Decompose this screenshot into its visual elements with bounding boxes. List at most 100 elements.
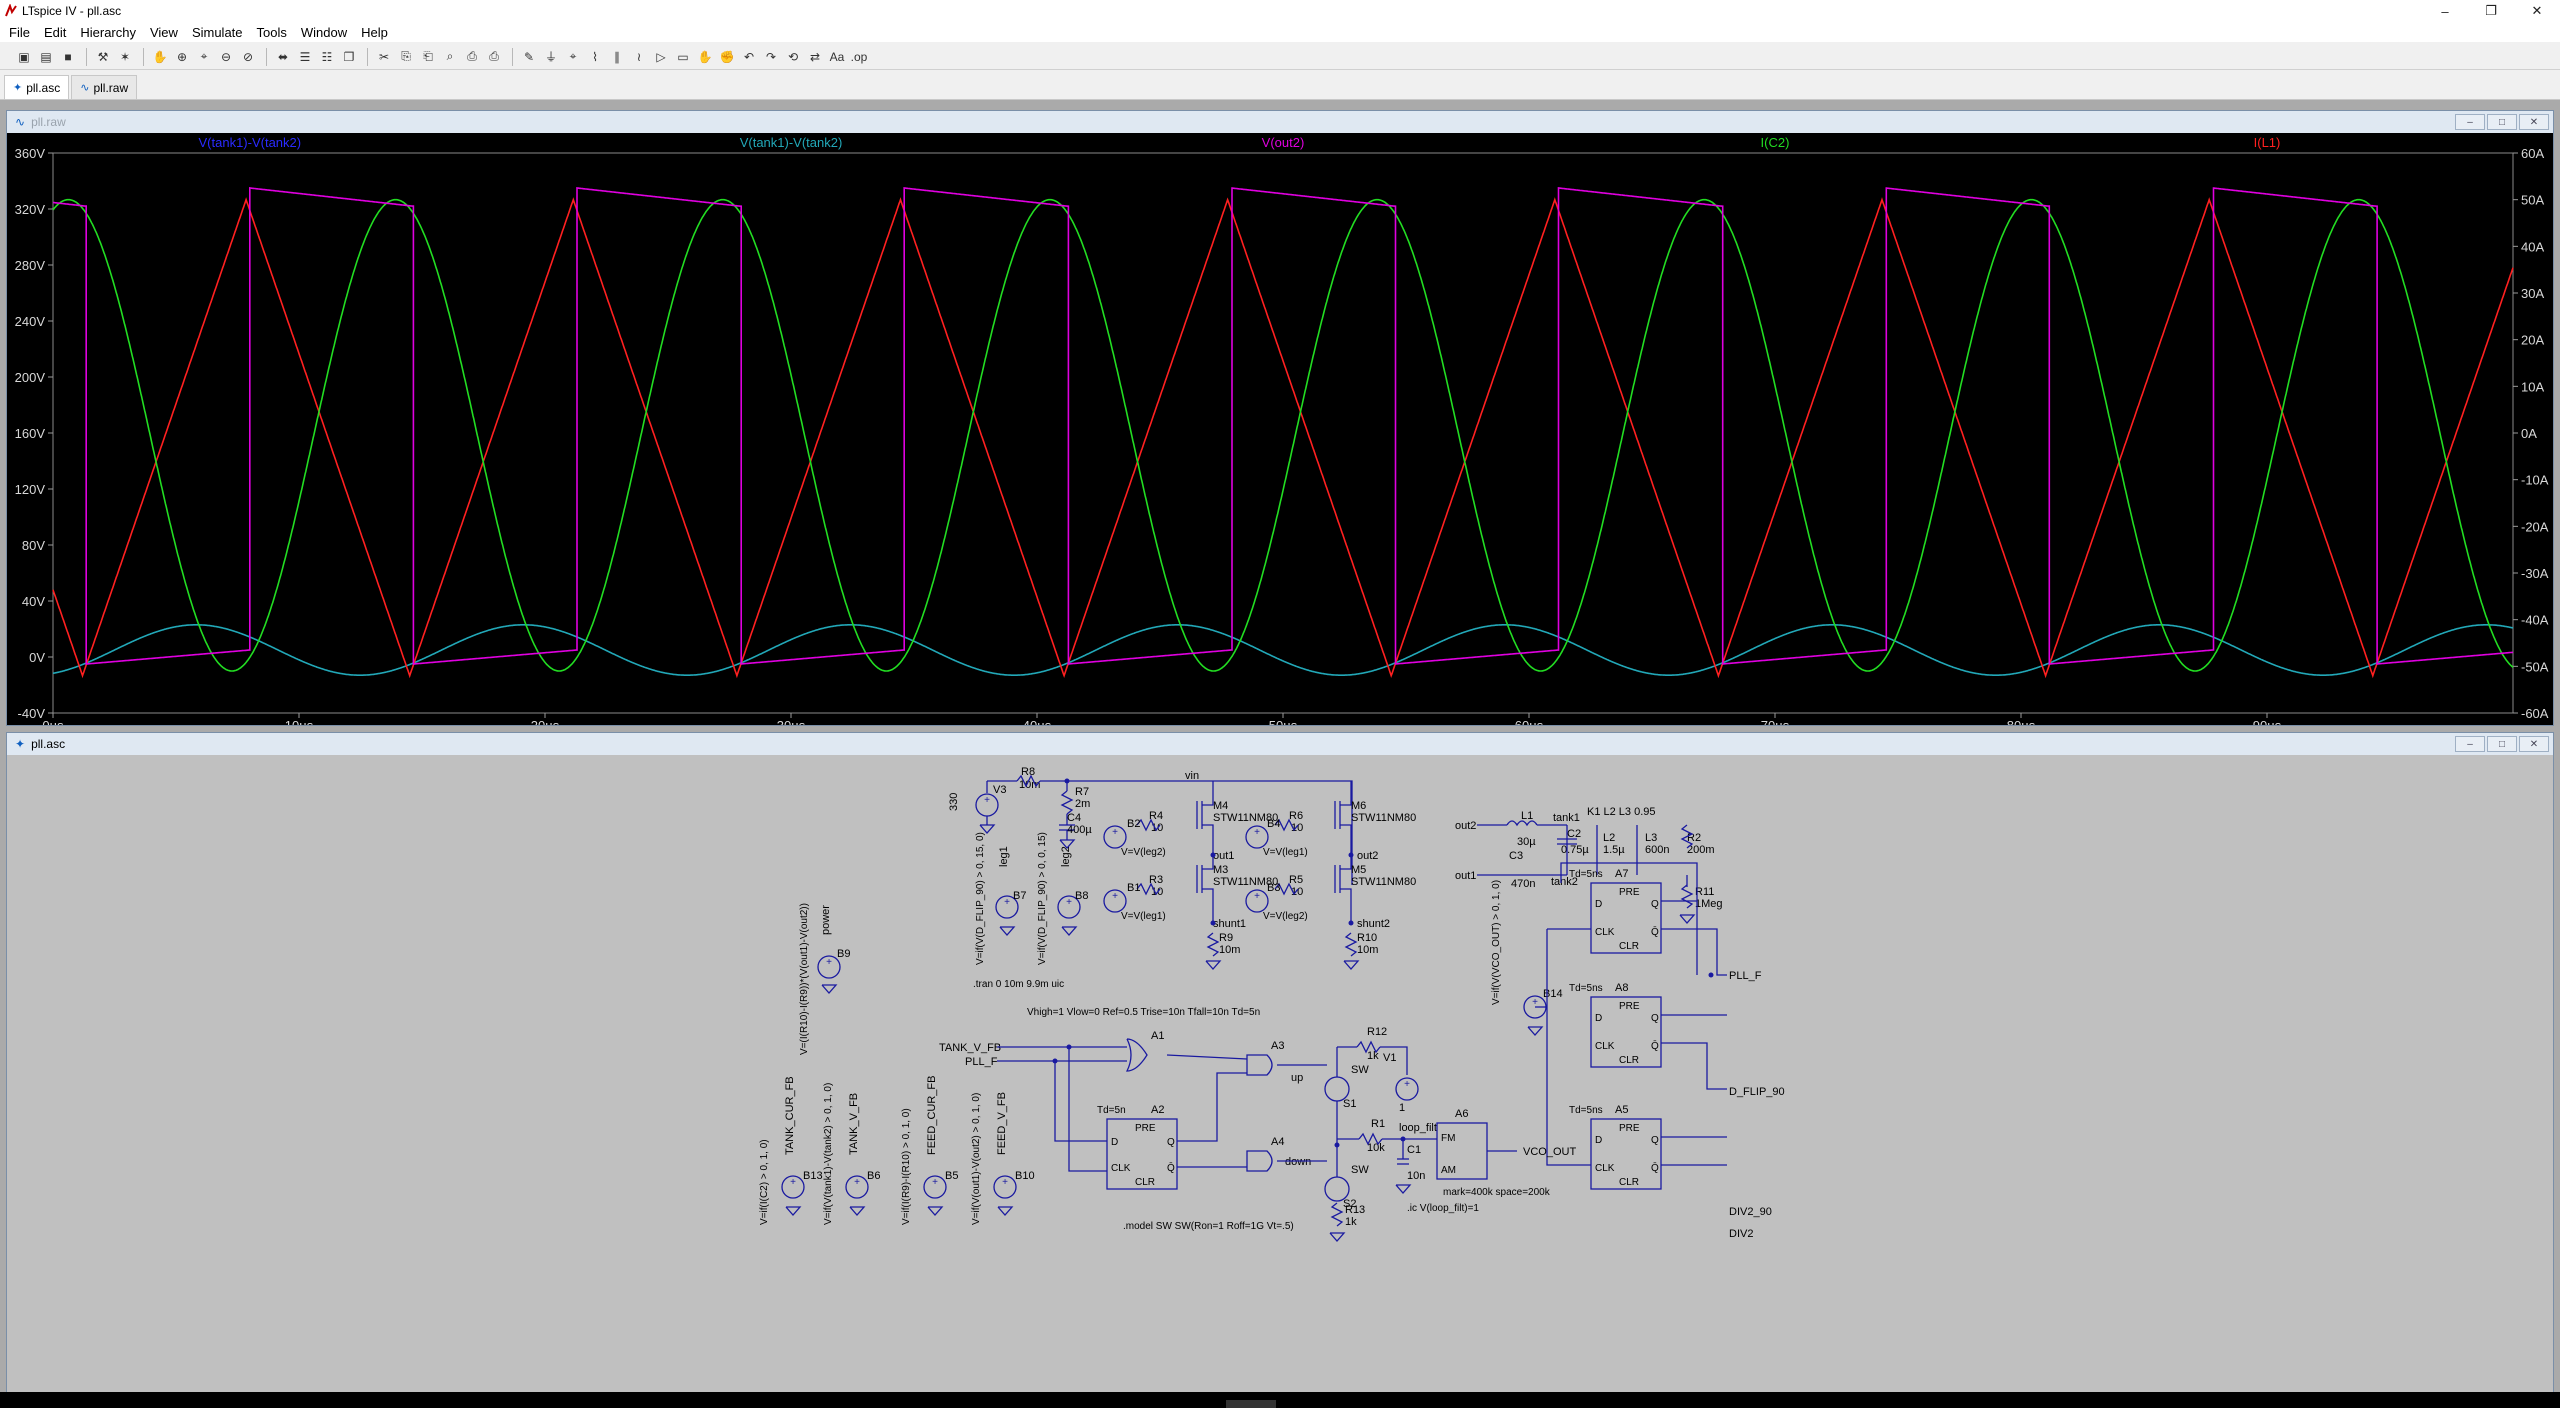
new-schematic-icon[interactable]: ▣ [14, 47, 34, 67]
tab-pll-asc[interactable]: ✦ pll.asc [4, 75, 70, 99]
copy-icon[interactable]: ⎘ [396, 47, 416, 67]
print-icon[interactable]: ⎙ [484, 47, 504, 67]
menu-help[interactable]: Help [354, 25, 395, 40]
mosfet-symbol[interactable] [1202, 888, 1214, 901]
run-icon[interactable]: ✶ [115, 47, 135, 67]
resistor-symbol[interactable] [1344, 932, 1358, 957]
waveform-window-titlebar[interactable]: ∿ pll.raw – □ ✕ [7, 111, 2553, 133]
waveform-plot-area[interactable]: 360V 320V 280V 240V 200V 160V 120V 80V 40V 0V -40V… [7, 133, 2553, 733]
trace-label-i-c2-[interactable]: I(C2) [1761, 135, 1790, 150]
schematic-window[interactable]: ✦ pll.asc – □ ✕ R8 10m + V3 330 vin R7 2m C4 400µ… [6, 732, 2554, 1408]
autorange-icon[interactable]: ⬌ [273, 47, 293, 67]
menu-file[interactable]: File [2, 25, 37, 40]
undo-icon[interactable]: ↶ [739, 47, 759, 67]
mosfet-symbol[interactable] [1340, 793, 1352, 806]
inductor-symbol[interactable] [1506, 820, 1538, 827]
menu-simulate[interactable]: Simulate [185, 25, 250, 40]
wire[interactable] [1166, 1054, 1248, 1060]
schematic-drawing[interactable]: R810m+V3330vinR72mC4400µR410M4STW11NM80 R… [7, 755, 2553, 1408]
minimize-button[interactable]: – [2422, 0, 2468, 22]
menu-hierarchy[interactable]: Hierarchy [73, 25, 143, 40]
child-close-button[interactable]: ✕ [2519, 736, 2549, 752]
open-icon[interactable]: ▤ [36, 47, 56, 67]
capacitor-icon[interactable]: ∥ [607, 47, 627, 67]
menu-tools[interactable]: Tools [250, 25, 294, 40]
trace-label-v-tank1--v-tank2-[interactable]: V(tank1)-V(tank2) [199, 135, 302, 150]
trace-i-l1-[interactable] [52, 197, 2514, 679]
save-icon[interactable]: ■ [58, 47, 78, 67]
wire[interactable] [1661, 1042, 1727, 1090]
child-close-button[interactable]: ✕ [2519, 114, 2549, 130]
and-gate-a4[interactable] [1246, 1150, 1273, 1172]
wire[interactable] [1546, 929, 1591, 1166]
inductor-icon[interactable]: ≀ [629, 47, 649, 67]
a8-delay: Td=5ns [1569, 983, 1603, 994]
redo-icon[interactable]: ↷ [761, 47, 781, 67]
trace-label-i-l1-[interactable]: I(L1) [2254, 135, 2281, 150]
trace-label-v-out2-[interactable]: V(out2) [1262, 135, 1305, 150]
wire[interactable] [1177, 1072, 1247, 1142]
wire[interactable] [1661, 928, 1727, 976]
label-icon[interactable]: ⌖ [563, 47, 583, 67]
y-left-tick-label: 280V [15, 258, 46, 273]
component-icon[interactable]: ▭ [673, 47, 693, 67]
wire-icon[interactable]: ✎ [519, 47, 539, 67]
tile-vertical-icon[interactable]: ☷ [317, 47, 337, 67]
control-panel-icon[interactable]: ⚒ [93, 47, 113, 67]
trace-v-out2-[interactable] [52, 187, 2514, 665]
zoom-out-icon[interactable]: ⊖ [216, 47, 236, 67]
trace-label-v-tank1--v-tank2-[interactable]: V(tank1)-V(tank2) [740, 135, 843, 150]
l2-value: 1.5µ [1603, 844, 1625, 856]
y-right-tick-label: 20A [2521, 333, 2544, 348]
drag-icon[interactable]: ✊ [717, 47, 737, 67]
child-minimize-button[interactable]: – [2455, 114, 2485, 130]
paste-icon[interactable]: ⎗ [418, 47, 438, 67]
pan-icon[interactable]: ⌖ [194, 47, 214, 67]
rotate-icon[interactable]: ⟲ [783, 47, 803, 67]
spice-directive-icon[interactable]: .op [849, 47, 869, 67]
text-icon[interactable]: Aa [827, 47, 847, 67]
mosfet-symbol[interactable] [1202, 793, 1214, 806]
and-gate-a3[interactable] [1246, 1054, 1273, 1076]
trace-i-c2-[interactable] [52, 198, 2514, 672]
halt-icon[interactable]: ✋ [150, 47, 170, 67]
resistor-icon[interactable]: ⌇ [585, 47, 605, 67]
menu-window[interactable]: Window [294, 25, 354, 40]
tab-pll-raw[interactable]: ∿ pll.raw [71, 75, 138, 99]
child-minimize-button[interactable]: – [2455, 736, 2485, 752]
xor-gate-a1[interactable] [1125, 1038, 1148, 1072]
trace-v-tank1--v-tank2-[interactable] [52, 624, 2514, 676]
resistor-symbol[interactable] [1330, 1202, 1344, 1227]
zoom-in-icon[interactable]: ⊕ [172, 47, 192, 67]
resistor-symbol[interactable] [1060, 790, 1074, 815]
mosfet-symbol[interactable] [1202, 824, 1214, 837]
mosfet-symbol[interactable] [1340, 888, 1352, 901]
print-preview-icon[interactable]: ⎙ [462, 47, 482, 67]
resistor-symbol[interactable] [1206, 932, 1220, 957]
find-icon[interactable]: ⌕ [440, 47, 460, 67]
menu-edit[interactable]: Edit [37, 25, 73, 40]
menu-view[interactable]: View [143, 25, 185, 40]
waveform-chart[interactable]: 360V 320V 280V 240V 200V 160V 120V 80V 40V 0V -40V… [7, 133, 2553, 733]
cut-icon[interactable]: ✂ [374, 47, 394, 67]
waveform-window[interactable]: ∿ pll.raw – □ ✕ 360V 320V 280V 240V 200V 160V… [6, 110, 2554, 733]
schematic-canvas[interactable]: R8 10m + V3 330 vin R7 2m C4 400µ R4 10 M4 STW11NM80 R… [7, 755, 2553, 1408]
resistor-symbol[interactable] [1680, 884, 1694, 909]
pin-q: Q [1167, 1137, 1175, 1148]
wire[interactable] [1054, 1061, 1107, 1142]
zoom-fit-icon[interactable]: ⊘ [238, 47, 258, 67]
close-button[interactable]: ✕ [2514, 0, 2560, 22]
mosfet-symbol[interactable] [1340, 824, 1352, 837]
ground-icon[interactable]: ⏚ [541, 47, 561, 67]
cascade-icon[interactable]: ❐ [339, 47, 359, 67]
restore-button[interactable]: ❐ [2468, 0, 2514, 22]
tile-horizontal-icon[interactable]: ☰ [295, 47, 315, 67]
diode-icon[interactable]: ▷ [651, 47, 671, 67]
move-icon[interactable]: ✋ [695, 47, 715, 67]
child-maximize-button[interactable]: □ [2487, 736, 2517, 752]
mirror-icon[interactable]: ⇄ [805, 47, 825, 67]
mosfet-symbol[interactable] [1340, 857, 1352, 870]
schematic-window-titlebar[interactable]: ✦ pll.asc – □ ✕ [7, 733, 2553, 755]
mosfet-symbol[interactable] [1202, 857, 1214, 870]
child-maximize-button[interactable]: □ [2487, 114, 2517, 130]
